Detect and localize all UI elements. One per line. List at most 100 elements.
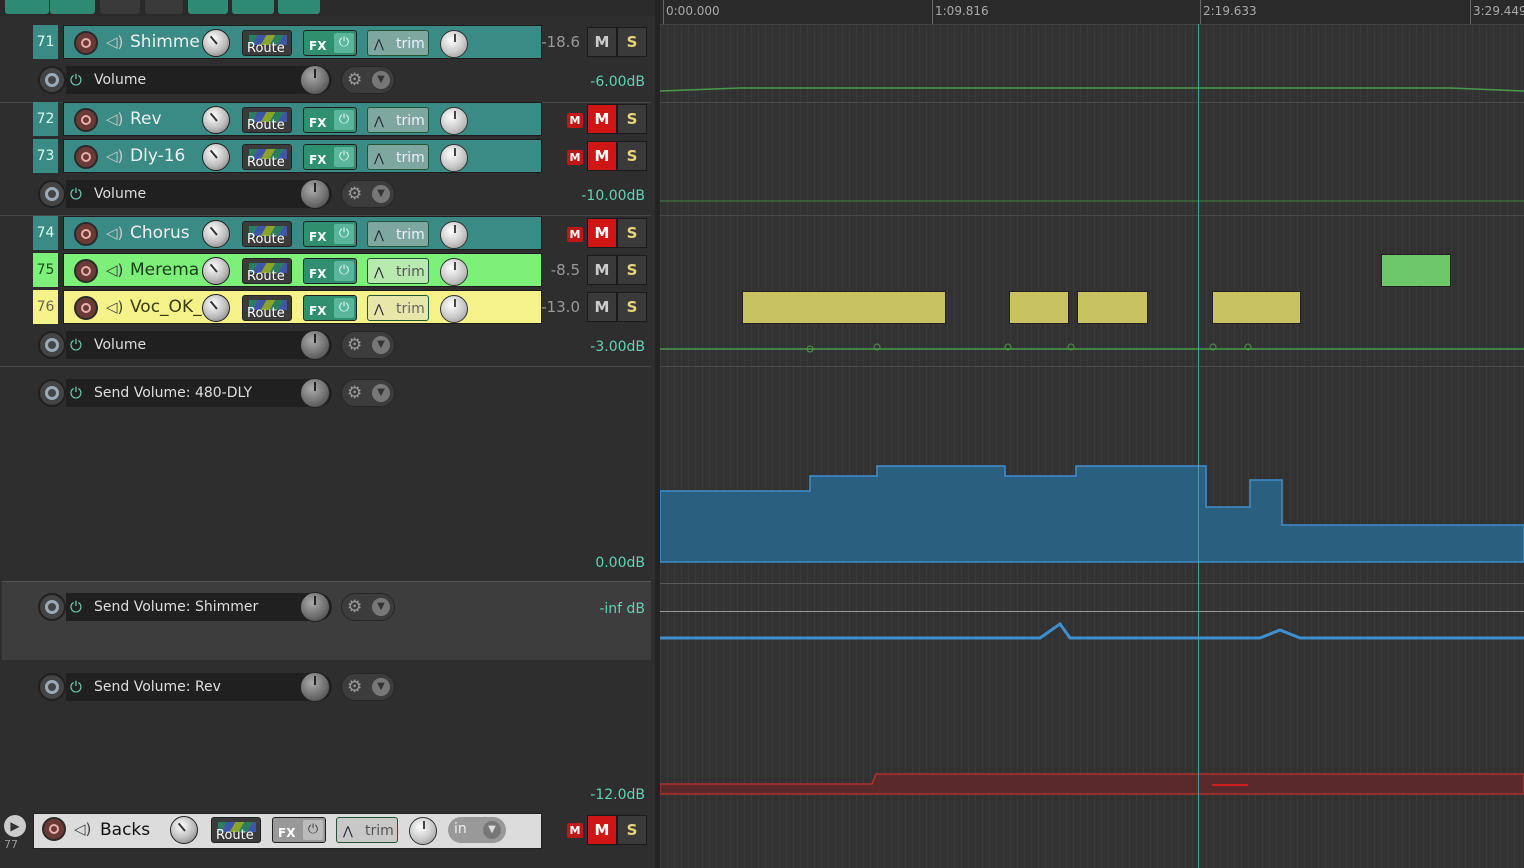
power-icon[interactable]: ⏻ — [70, 597, 82, 617]
speaker-icon[interactable]: ◁) — [106, 298, 124, 316]
envelope-settings-button[interactable]: ⚙ ▼ — [341, 331, 395, 359]
power-icon[interactable]: ⏻ — [70, 383, 82, 403]
envelope-settings-button[interactable]: ⚙ ▼ — [341, 180, 395, 208]
fx-bypass-icon[interactable]: ⏻ — [334, 110, 354, 130]
fx-button[interactable]: FX ⏻ — [272, 817, 326, 843]
fx-button[interactable]: FX ⏻ — [303, 258, 357, 284]
route-button[interactable]: Route — [242, 295, 292, 321]
envelope-knob[interactable] — [300, 592, 330, 622]
route-button[interactable]: Route — [242, 221, 292, 247]
envelope-settings-button[interactable]: ⚙ ▼ — [341, 593, 395, 621]
record-arm-button[interactable] — [74, 145, 98, 169]
track-row-72[interactable]: 72 ◁) Rev Route FX ⏻ ⋀ trim M M S — [0, 102, 651, 138]
track-row-75[interactable]: 75 ◁) Merema Route FX ⏻ ⋀ trim -8.5 M S — [0, 253, 651, 289]
volume-knob[interactable] — [202, 29, 230, 57]
envelope-arm-icon[interactable] — [38, 593, 66, 621]
record-arm-button[interactable] — [74, 259, 98, 283]
volume-knob[interactable] — [202, 143, 230, 171]
track-row-73[interactable]: 73 ◁) Dly-16 Route FX ⏻ ⋀ trim M M S — [0, 139, 651, 175]
track-row-76[interactable]: 76 ◁) Voc_OK_ Route FX ⏻ ⋀ trim -13.0 M S — [0, 290, 651, 326]
envelope-arm-icon[interactable] — [38, 673, 66, 701]
pan-knob[interactable] — [440, 295, 468, 323]
input-select[interactable]: in ▼ — [448, 817, 506, 843]
speaker-icon[interactable]: ◁) — [106, 33, 124, 51]
mute-button[interactable]: M — [587, 218, 617, 248]
trim-button[interactable]: ⋀ trim — [367, 258, 429, 284]
fx-button[interactable]: FX ⏻ — [303, 295, 357, 321]
record-arm-button[interactable] — [74, 296, 98, 320]
pan-knob[interactable] — [440, 144, 468, 172]
speaker-icon[interactable]: ◁) — [106, 147, 124, 165]
media-item[interactable] — [1212, 291, 1301, 324]
power-icon[interactable]: ⏻ — [70, 677, 82, 697]
speaker-icon[interactable]: ◁) — [106, 224, 124, 242]
pan-knob[interactable] — [440, 258, 468, 286]
grid-icon[interactable] — [100, 0, 140, 14]
power-icon[interactable]: ⏻ — [70, 184, 82, 204]
envelope-arm-icon[interactable] — [38, 180, 66, 208]
record-arm-button[interactable] — [74, 222, 98, 246]
fx-bypass-icon[interactable]: ⏻ — [334, 261, 354, 281]
mute-button[interactable]: M — [587, 141, 617, 171]
trim-button[interactable]: ⋀ trim — [367, 30, 429, 56]
envelope-settings-button[interactable]: ⚙ ▼ — [341, 66, 395, 94]
track-row-71[interactable]: 71 ◁) Shimme Route FX ⏻ ⋀ trim -18.6 M S — [0, 25, 651, 61]
fx-button[interactable]: FX ⏻ — [303, 107, 357, 133]
solo-button[interactable]: S — [617, 141, 647, 171]
route-button[interactable]: Route — [211, 817, 261, 843]
link-icon[interactable] — [145, 0, 183, 14]
toolbar-button-1[interactable] — [5, 0, 49, 14]
envelope-settings-button[interactable]: ⚙ ▼ — [341, 379, 395, 407]
envelope-arm-icon[interactable] — [38, 379, 66, 407]
volume-knob[interactable] — [202, 106, 230, 134]
mute-button[interactable]: M — [587, 27, 617, 57]
fx-bypass-icon[interactable]: ⏻ — [334, 147, 354, 167]
mute-button[interactable]: M — [587, 815, 617, 845]
pan-knob[interactable] — [409, 817, 437, 845]
envelope-settings-button[interactable]: ⚙ ▼ — [341, 673, 395, 701]
pan-knob[interactable] — [440, 107, 468, 135]
pan-knob[interactable] — [440, 221, 468, 249]
toolbar-button-6[interactable] — [232, 0, 274, 14]
media-item[interactable] — [1009, 291, 1069, 324]
volume-knob[interactable] — [202, 294, 230, 322]
envelope-arm-icon[interactable] — [38, 66, 66, 94]
fx-bypass-icon[interactable]: ⏻ — [334, 298, 354, 318]
speaker-icon[interactable]: ◁) — [74, 820, 92, 838]
power-icon[interactable]: ⏻ — [70, 335, 82, 355]
solo-button[interactable]: S — [617, 218, 647, 248]
envelope-knob[interactable] — [300, 378, 330, 408]
fx-button[interactable]: FX ⏻ — [303, 144, 357, 170]
mute-button[interactable]: M — [587, 255, 617, 285]
route-button[interactable]: Route — [242, 30, 292, 56]
trim-button[interactable]: ⋀ trim — [367, 221, 429, 247]
solo-button[interactable]: S — [617, 255, 647, 285]
power-icon[interactable]: ⏻ — [70, 70, 82, 90]
play-icon[interactable]: ▶ — [4, 815, 26, 837]
record-arm-button[interactable] — [74, 31, 98, 55]
mute-button[interactable]: M — [587, 104, 617, 134]
toolbar-button-2[interactable] — [50, 0, 95, 14]
pan-knob[interactable] — [440, 30, 468, 58]
volume-knob[interactable] — [202, 257, 230, 285]
fx-bypass-icon[interactable]: ⏻ — [334, 33, 354, 53]
envelope-knob[interactable] — [300, 330, 330, 360]
envelope-arm-icon[interactable] — [38, 331, 66, 359]
volume-knob[interactable] — [170, 816, 198, 844]
media-item[interactable] — [1381, 254, 1451, 287]
fx-button[interactable]: FX ⏻ — [303, 221, 357, 247]
solo-button[interactable]: S — [617, 815, 647, 845]
trim-button[interactable]: ⋀ trim — [367, 107, 429, 133]
route-button[interactable]: Route — [242, 107, 292, 133]
envelope-knob[interactable] — [300, 672, 330, 702]
trim-button[interactable]: ⋀ trim — [367, 295, 429, 321]
speaker-icon[interactable]: ◁) — [106, 261, 124, 279]
record-arm-button[interactable] — [74, 108, 98, 132]
trim-button[interactable]: ⋀ trim — [336, 817, 398, 843]
fx-bypass-icon[interactable]: ⏻ — [303, 820, 323, 840]
mute-button[interactable]: M — [587, 292, 617, 322]
volume-knob[interactable] — [202, 220, 230, 248]
solo-button[interactable]: S — [617, 104, 647, 134]
speaker-icon[interactable]: ◁) — [106, 110, 124, 128]
fx-button[interactable]: FX ⏻ — [303, 30, 357, 56]
